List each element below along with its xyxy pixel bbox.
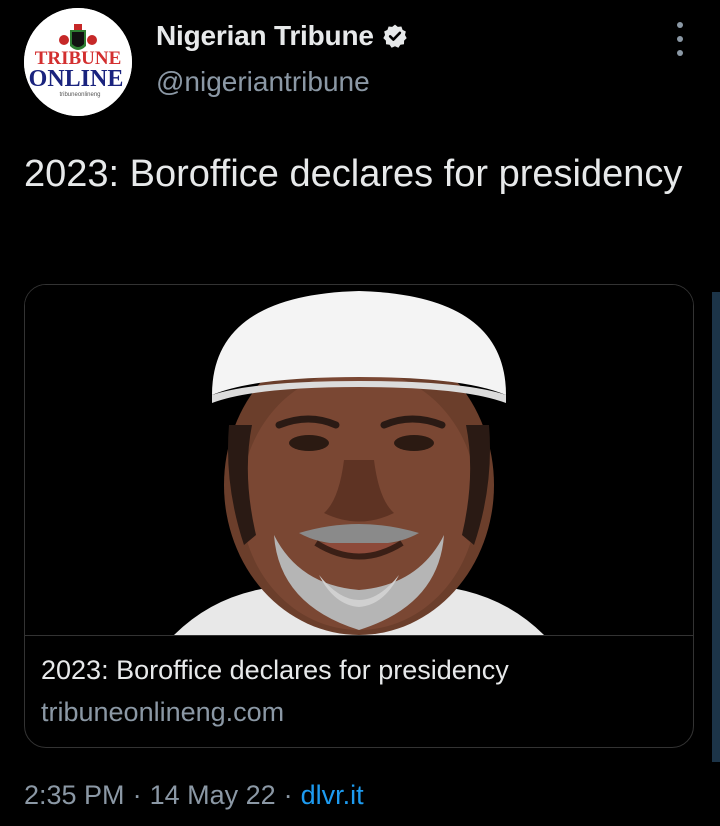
- link-card-domain[interactable]: tribuneonlineng.com: [41, 697, 284, 728]
- link-card[interactable]: 2023: Boroffice declares for presidency …: [24, 284, 694, 748]
- more-options-icon[interactable]: [668, 22, 692, 56]
- author-display-name[interactable]: Nigerian Tribune: [156, 20, 374, 52]
- svg-text:ONLINE: ONLINE: [29, 66, 124, 92]
- side-panel-edge: [712, 292, 720, 762]
- tweet-time[interactable]: 2:35 PM: [24, 780, 125, 811]
- meta-separator: ·: [132, 780, 142, 810]
- tweet-meta: 2:35 PM · 14 May 22 · dlvr.it: [24, 780, 364, 811]
- link-card-image[interactable]: [25, 285, 693, 636]
- tweet-source-link[interactable]: dlvr.it: [301, 780, 364, 811]
- verified-badge-icon: [382, 23, 408, 49]
- portrait-photo: [25, 285, 693, 635]
- author-handle[interactable]: @nigeriantribune: [156, 66, 370, 98]
- author-avatar[interactable]: TRIBUNE ONLINE tribuneonlineng: [24, 8, 132, 116]
- svg-text:tribuneonlineng: tribuneonlineng: [59, 92, 100, 98]
- tribune-logo: TRIBUNE ONLINE tribuneonlineng: [24, 8, 132, 116]
- tweet-date[interactable]: 14 May 22: [150, 780, 276, 811]
- tweet-text: 2023: Boroffice declares for presidency: [24, 153, 683, 195]
- author-name-row[interactable]: Nigerian Tribune: [156, 20, 408, 52]
- link-card-title[interactable]: 2023: Boroffice declares for presidency: [41, 655, 509, 686]
- meta-separator: ·: [283, 780, 293, 810]
